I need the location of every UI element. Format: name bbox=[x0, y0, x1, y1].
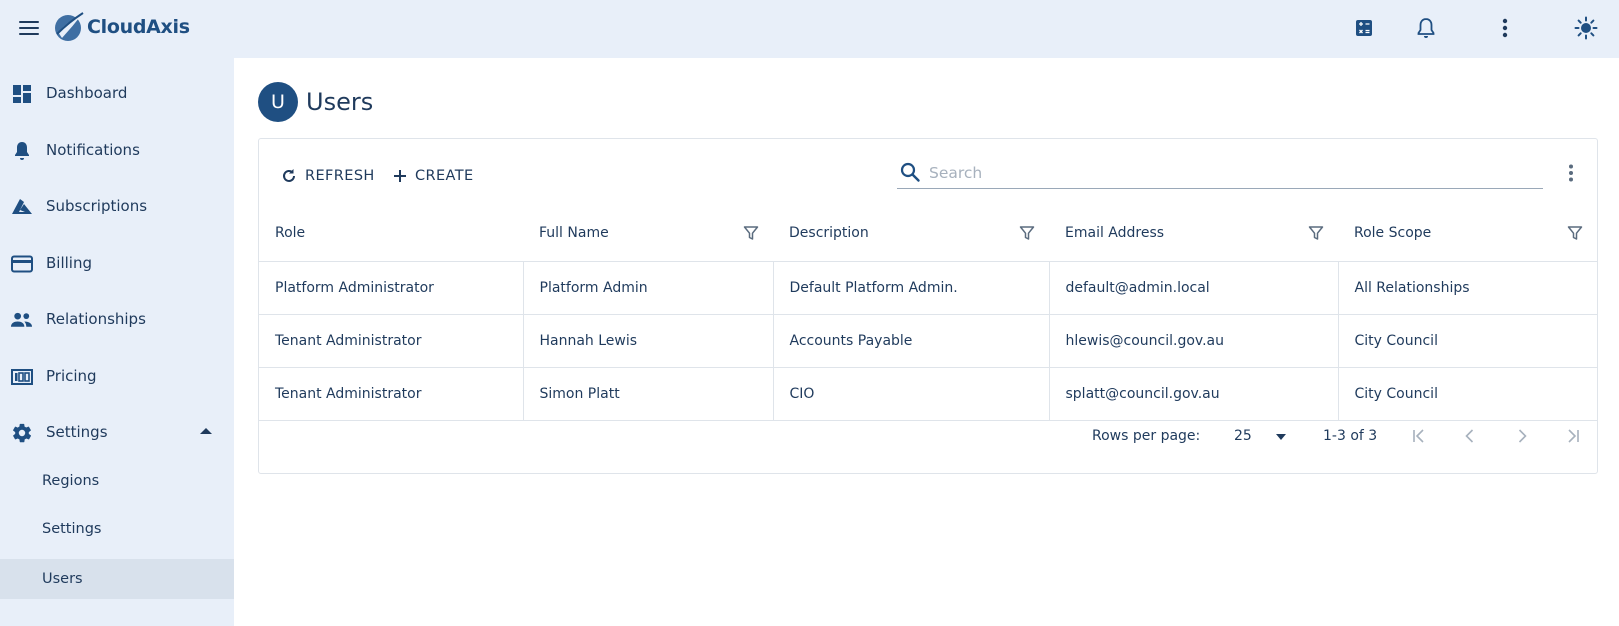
table-row[interactable]: Tenant Administrator Hannah Lewis Accoun… bbox=[259, 314, 1597, 368]
cloudaxis-logo-icon bbox=[55, 12, 84, 41]
rows-per-page-label: Rows per page: bbox=[1092, 428, 1201, 444]
users-card: REFRESH CREATE Role Full Name Descriptio… bbox=[258, 138, 1598, 474]
cell-full-name: Hannah Lewis bbox=[523, 314, 774, 368]
cell-role: Platform Administrator bbox=[259, 261, 524, 315]
cell-description: Default Platform Admin. bbox=[773, 261, 1050, 315]
column-header-label: Email Address bbox=[1065, 224, 1165, 241]
sidebar-subitem-label: Users bbox=[42, 571, 83, 587]
cell-role-scope: City Council bbox=[1338, 367, 1597, 421]
dashboard-icon bbox=[10, 82, 33, 105]
sidebar-item-pricing[interactable]: Pricing bbox=[0, 353, 234, 399]
table-row[interactable]: Platform Administrator Platform Admin De… bbox=[259, 261, 1597, 315]
filter-icon[interactable] bbox=[1019, 225, 1035, 241]
page-title: Users bbox=[306, 88, 374, 116]
sidebar-item-relationships[interactable]: Relationships bbox=[0, 296, 234, 342]
sidebar-subitem-label: Settings bbox=[42, 521, 102, 537]
column-header-label: Description bbox=[789, 224, 869, 241]
plus-icon bbox=[394, 170, 406, 182]
filter-icon[interactable] bbox=[743, 225, 759, 241]
cell-email-address: default@admin.local bbox=[1049, 261, 1339, 315]
cell-role-scope: All Relationships bbox=[1338, 261, 1597, 315]
chevron-down-icon bbox=[1276, 434, 1286, 440]
sidebar-item-dashboard[interactable]: Dashboard bbox=[0, 70, 234, 116]
cell-full-name: Platform Admin bbox=[523, 261, 774, 315]
cell-role: Tenant Administrator bbox=[259, 314, 524, 368]
table-options-more-icon[interactable] bbox=[1559, 159, 1583, 187]
refresh-icon bbox=[283, 169, 295, 182]
cell-description: Accounts Payable bbox=[773, 314, 1050, 368]
pagination-range: 1-3 of 3 bbox=[1323, 428, 1378, 444]
app-name: CloudAxis bbox=[87, 16, 190, 38]
rows-per-page-value: 25 bbox=[1234, 428, 1252, 444]
sidebar-item-settings[interactable]: Settings bbox=[0, 409, 234, 455]
theme-toggle-sun-icon[interactable] bbox=[1571, 13, 1601, 43]
bell-icon bbox=[10, 139, 33, 162]
column-header-email-address[interactable]: Email Address bbox=[1049, 205, 1338, 262]
azure-icon bbox=[10, 195, 33, 218]
more-vertical-icon[interactable] bbox=[1490, 13, 1520, 43]
refresh-label: REFRESH bbox=[305, 168, 375, 184]
app-logo[interactable]: CloudAxis bbox=[53, 10, 190, 44]
cell-email-address: splatt@council.gov.au bbox=[1049, 367, 1339, 421]
pricing-icon bbox=[10, 365, 33, 388]
sidebar-subitem-label: Regions bbox=[42, 473, 100, 489]
calculator-icon[interactable] bbox=[1349, 13, 1379, 43]
column-header-label: Full Name bbox=[539, 224, 609, 241]
collapse-caret-icon[interactable] bbox=[200, 428, 212, 434]
people-icon bbox=[10, 308, 33, 331]
sidebar-item-label: Billing bbox=[46, 254, 92, 272]
first-page-icon[interactable] bbox=[1406, 423, 1432, 449]
sidebar-subitem-users[interactable]: Users bbox=[0, 559, 234, 599]
column-header-role[interactable]: Role bbox=[259, 205, 523, 262]
sidebar: Dashboard Notifications Subscriptions Bi… bbox=[0, 58, 234, 626]
top-app-bar: CloudAxis bbox=[0, 0, 1619, 58]
cell-description: CIO bbox=[773, 367, 1050, 421]
sidebar-item-label: Notifications bbox=[46, 141, 140, 159]
sidebar-subitem-regions[interactable]: Regions bbox=[0, 461, 234, 501]
avatar: U bbox=[258, 82, 298, 122]
create-label: CREATE bbox=[415, 168, 474, 184]
credit-card-icon bbox=[10, 252, 33, 275]
column-header-role-scope[interactable]: Role Scope bbox=[1338, 205, 1597, 262]
create-button[interactable]: CREATE bbox=[393, 161, 474, 191]
next-page-icon[interactable] bbox=[1509, 423, 1535, 449]
column-header-label: Role bbox=[275, 224, 306, 241]
users-table: Role Full Name Description Email Address… bbox=[259, 205, 1597, 421]
sidebar-item-label: Dashboard bbox=[46, 84, 128, 102]
sidebar-item-subscriptions[interactable]: Subscriptions bbox=[0, 183, 234, 229]
filter-icon[interactable] bbox=[1567, 225, 1583, 241]
cell-role: Tenant Administrator bbox=[259, 367, 524, 421]
table-header-row: Role Full Name Description Email Address… bbox=[259, 205, 1597, 262]
cell-email-address: hlewis@council.gov.au bbox=[1049, 314, 1339, 368]
cell-role-scope: City Council bbox=[1338, 314, 1597, 368]
gear-icon bbox=[10, 421, 33, 444]
refresh-button[interactable]: REFRESH bbox=[281, 161, 375, 191]
table-row[interactable]: Tenant Administrator Simon Platt CIO spl… bbox=[259, 367, 1597, 421]
search-icon bbox=[900, 162, 920, 182]
sidebar-item-label: Pricing bbox=[46, 367, 97, 385]
sidebar-item-label: Relationships bbox=[46, 310, 146, 328]
sidebar-subitem-settings[interactable]: Settings bbox=[0, 509, 234, 549]
column-header-label: Role Scope bbox=[1354, 224, 1432, 241]
hamburger-menu-icon[interactable] bbox=[16, 15, 42, 41]
search-input[interactable] bbox=[929, 160, 1529, 186]
previous-page-icon[interactable] bbox=[1457, 423, 1483, 449]
search-field bbox=[897, 157, 1543, 189]
sidebar-item-billing[interactable]: Billing bbox=[0, 240, 234, 286]
cell-full-name: Simon Platt bbox=[523, 367, 774, 421]
rows-per-page-select[interactable]: 25 bbox=[1234, 421, 1290, 451]
column-header-full-name[interactable]: Full Name bbox=[523, 205, 773, 262]
last-page-icon[interactable] bbox=[1560, 423, 1586, 449]
column-header-description[interactable]: Description bbox=[773, 205, 1049, 262]
sidebar-item-label: Subscriptions bbox=[46, 197, 148, 215]
notifications-bell-icon[interactable] bbox=[1411, 13, 1441, 43]
sidebar-item-notifications[interactable]: Notifications bbox=[0, 127, 234, 173]
sidebar-item-label: Settings bbox=[46, 423, 108, 441]
page-header: U Users bbox=[258, 82, 373, 122]
filter-icon[interactable] bbox=[1308, 225, 1324, 241]
